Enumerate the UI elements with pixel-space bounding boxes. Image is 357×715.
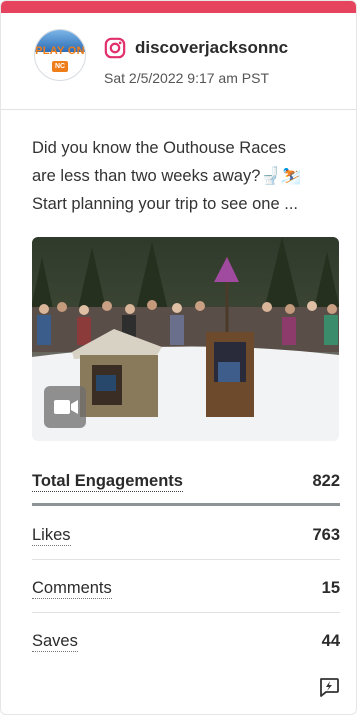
post-card: PLAY ON NC discoverjacksonnc Sat 2/5/202… <box>0 0 357 715</box>
caption-line-1: Did you know the Outhouse Races <box>32 139 287 157</box>
post-header: PLAY ON NC discoverjacksonnc Sat 2/5/202… <box>1 13 356 110</box>
saves-value: 44 <box>321 632 340 650</box>
video-camera-icon <box>54 400 78 414</box>
logo-text: PLAY ON <box>35 45 85 57</box>
profile-avatar[interactable]: PLAY ON NC <box>34 29 86 81</box>
total-engagements-label[interactable]: Total Engagements <box>32 471 183 492</box>
total-divider <box>32 503 340 506</box>
video-indicator[interactable] <box>44 386 86 428</box>
post-caption: Did you know the Outhouse Races are less… <box>32 134 342 218</box>
total-engagements-row: Total Engagements 822 <box>32 471 340 501</box>
post-date: Sat 2/5/2022 9:17 am PST <box>104 70 269 86</box>
likes-label[interactable]: Likes <box>32 525 71 546</box>
logo-sub-text: NC <box>52 61 68 72</box>
comments-divider <box>32 612 340 613</box>
accent-bar <box>1 1 356 13</box>
comments-label[interactable]: Comments <box>32 578 112 599</box>
saves-row: Saves 44 <box>32 631 340 661</box>
comments-value: 15 <box>321 579 340 597</box>
account-name[interactable]: discoverjacksonnc <box>135 38 288 58</box>
likes-divider <box>32 559 340 560</box>
likes-row: Likes 763 <box>32 525 340 555</box>
caption-line-3: Start planning your trip to see one ... <box>32 195 298 213</box>
instagram-icon <box>104 37 126 59</box>
caption-line-2: are less than two weeks away?🚽⛷️ <box>32 167 302 185</box>
likes-value: 763 <box>312 526 340 544</box>
saves-label[interactable]: Saves <box>32 631 78 652</box>
total-engagements-value: 822 <box>312 472 340 490</box>
comments-row: Comments 15 <box>32 578 340 608</box>
lightning-bubble-icon[interactable] <box>317 675 341 699</box>
